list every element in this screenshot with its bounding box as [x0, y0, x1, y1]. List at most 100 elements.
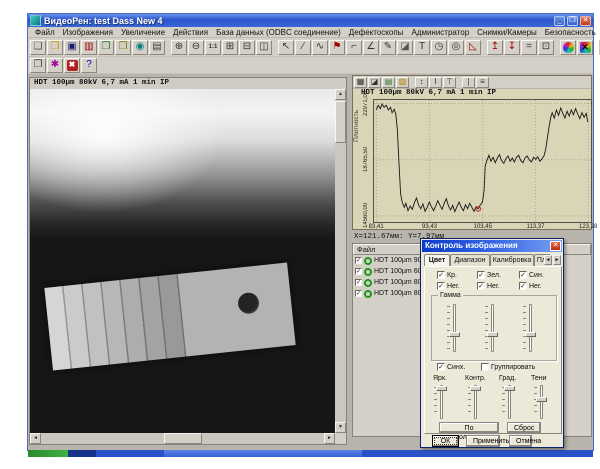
- slider-thumb[interactable]: [487, 332, 498, 337]
- close-button[interactable]: ✕: [580, 16, 591, 26]
- brightness-slider[interactable]: [433, 385, 449, 419]
- dialog-titlebar[interactable]: Контроль изображения: [422, 240, 562, 252]
- pointer-tool-button[interactable]: ↖: [278, 40, 294, 55]
- cancel-button[interactable]: Отмена: [509, 435, 532, 447]
- menu-defectoscopes[interactable]: Дефектоскопы: [345, 28, 408, 37]
- file-visibility-checkbox[interactable]: ✓: [355, 279, 362, 286]
- vertical-scroll-thumb[interactable]: [335, 101, 346, 143]
- zoom-out-button[interactable]: ⊖: [188, 40, 204, 55]
- open-folder-button[interactable]: ❒: [47, 40, 63, 55]
- checkbox-green-negative[interactable]: ✓: [477, 282, 485, 290]
- slider-thumb[interactable]: [470, 386, 481, 391]
- menu-actions[interactable]: Действия: [169, 28, 212, 37]
- slider-thumb[interactable]: [525, 332, 536, 337]
- menu-images[interactable]: Изображения: [59, 28, 117, 37]
- annotation-tool-button[interactable]: ◪: [397, 40, 413, 55]
- import-image-button[interactable]: ❐: [115, 40, 131, 55]
- slider-thumb[interactable]: [449, 332, 460, 337]
- slider-thumb[interactable]: [536, 397, 547, 402]
- scroll-right-icon[interactable]: ►: [324, 433, 335, 444]
- split-vertical-button[interactable]: ◫: [256, 40, 272, 55]
- file-visibility-checkbox[interactable]: ✓: [355, 257, 362, 264]
- tile-windows-button[interactable]: ⊞: [222, 40, 238, 55]
- marker-top-button[interactable]: ⊤: [443, 77, 456, 88]
- split-horizontal-button[interactable]: ⊟: [239, 40, 255, 55]
- scale-vertical-button[interactable]: ↕: [415, 77, 428, 88]
- menu-snapshots-cameras[interactable]: Снимки/Камеры: [473, 28, 541, 37]
- new-document-button[interactable]: ❏: [30, 40, 46, 55]
- zoom-in-button[interactable]: ⊕: [171, 40, 187, 55]
- line-tool-button[interactable]: ∕: [295, 40, 311, 55]
- gamma-slider-blue[interactable]: [522, 304, 538, 352]
- zoom-1-1-button[interactable]: 1:1: [205, 40, 221, 55]
- tools-button[interactable]: ✱: [47, 58, 63, 73]
- target-tool-button[interactable]: ◎: [448, 40, 464, 55]
- sort-descending-button[interactable]: ↧: [504, 40, 520, 55]
- taskbar-active-button-segment[interactable]: [164, 450, 362, 457]
- report-preview-button[interactable]: ❐: [30, 58, 46, 73]
- region-tool-button[interactable]: ⌐: [346, 40, 362, 55]
- scale-auto-button[interactable]: I: [429, 77, 442, 88]
- text-tool-button[interactable]: T: [414, 40, 430, 55]
- pencil-tool-button[interactable]: ✎: [380, 40, 396, 55]
- gamma-slider-red[interactable]: [446, 304, 462, 352]
- gradation-slider[interactable]: [501, 385, 517, 419]
- reset-button[interactable]: Сброс: [507, 422, 541, 433]
- help-button[interactable]: ?: [81, 58, 97, 73]
- print-button[interactable]: ▤: [149, 40, 165, 55]
- checkbox-green-channel[interactable]: ✓: [477, 271, 485, 279]
- horizontal-scrollbar[interactable]: ◄ ►: [30, 433, 335, 444]
- flag-tool-button[interactable]: ⚑: [329, 40, 345, 55]
- maximize-button[interactable]: ❐: [567, 16, 578, 26]
- acquire-image-button[interactable]: ▥: [81, 40, 97, 55]
- scroll-down-icon[interactable]: ▼: [335, 422, 346, 433]
- apply-button[interactable]: Применить: [466, 435, 500, 447]
- menu-database[interactable]: База данных (ODBC соединение): [212, 28, 345, 37]
- plot-area[interactable]: [373, 99, 592, 223]
- dialog-close-icon[interactable]: ✕: [550, 241, 561, 251]
- clock-tool-button[interactable]: ◷: [431, 40, 447, 55]
- horizontal-scroll-thumb[interactable]: [164, 433, 202, 444]
- slope-tool-button[interactable]: ◺: [465, 40, 481, 55]
- shadows-slider[interactable]: [533, 385, 549, 419]
- save-profile-button[interactable]: ▤: [382, 77, 395, 88]
- checkbox-red-channel[interactable]: ✓: [437, 271, 445, 279]
- taskbar-start-segment[interactable]: [28, 450, 68, 457]
- sort-ascending-button[interactable]: ↥: [487, 40, 503, 55]
- web-globe-button[interactable]: ◉: [132, 40, 148, 55]
- color-palette-button[interactable]: [560, 40, 576, 55]
- minimize-button[interactable]: _: [554, 16, 565, 26]
- checkbox-red-negative[interactable]: ✓: [437, 282, 445, 290]
- grid-toggle-button[interactable]: ≡: [476, 77, 489, 88]
- vertical-scrollbar[interactable]: ▲ ▼: [335, 89, 346, 433]
- checkbox-group[interactable]: [481, 363, 489, 371]
- file-visibility-checkbox[interactable]: ✓: [355, 268, 362, 275]
- menu-administrator[interactable]: Администратор: [407, 28, 473, 37]
- scroll-up-icon[interactable]: ▲: [335, 89, 346, 100]
- export-image-button[interactable]: ❒: [98, 40, 114, 55]
- app-titlebar[interactable]: ВидеоРен: test Dass New 4 _ ❐ ✕: [28, 14, 593, 27]
- scroll-left-icon[interactable]: ◄: [30, 433, 41, 444]
- contrast-slider[interactable]: [467, 385, 483, 419]
- tab-scroll-right-icon[interactable]: ►: [553, 255, 561, 265]
- info-window-button[interactable]: ⊡: [538, 40, 554, 55]
- xray-image-canvas[interactable]: [30, 89, 335, 433]
- save-button[interactable]: ▣: [64, 40, 80, 55]
- close-image-button[interactable]: ✖: [64, 58, 80, 73]
- slider-thumb[interactable]: [436, 386, 447, 391]
- tab-scroll-left-icon[interactable]: ◄: [544, 255, 552, 265]
- default-button[interactable]: По умолчанию: [439, 422, 499, 433]
- equalize-button[interactable]: =: [521, 40, 537, 55]
- checkbox-blue-negative[interactable]: ✓: [519, 282, 527, 290]
- menu-file[interactable]: Файл: [31, 28, 59, 37]
- gamma-slider-green[interactable]: [484, 304, 500, 352]
- checkbox-sync[interactable]: ✓: [437, 363, 445, 371]
- angle-tool-button[interactable]: ∠: [363, 40, 379, 55]
- menu-zoom[interactable]: Увеличение: [117, 28, 169, 37]
- color-off-button[interactable]: ✕: [577, 40, 593, 55]
- menu-security[interactable]: Безопасность: [541, 28, 600, 37]
- file-visibility-checkbox[interactable]: ✓: [355, 290, 362, 297]
- ok-button[interactable]: ОК: [432, 435, 459, 447]
- profile-tool-button[interactable]: ∿: [312, 40, 328, 55]
- export-profile-button[interactable]: ▧: [396, 77, 409, 88]
